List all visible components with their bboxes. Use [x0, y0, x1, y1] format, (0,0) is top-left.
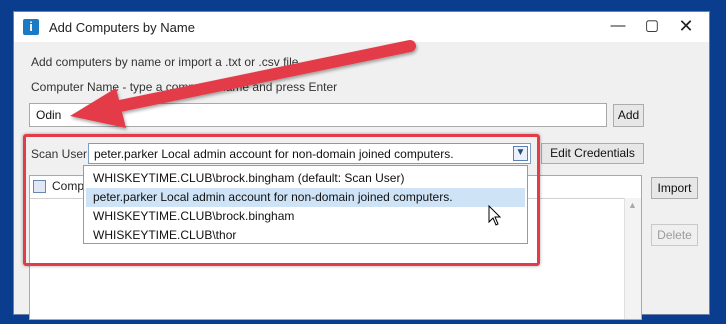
- annotation-arrow-icon: [70, 40, 416, 128]
